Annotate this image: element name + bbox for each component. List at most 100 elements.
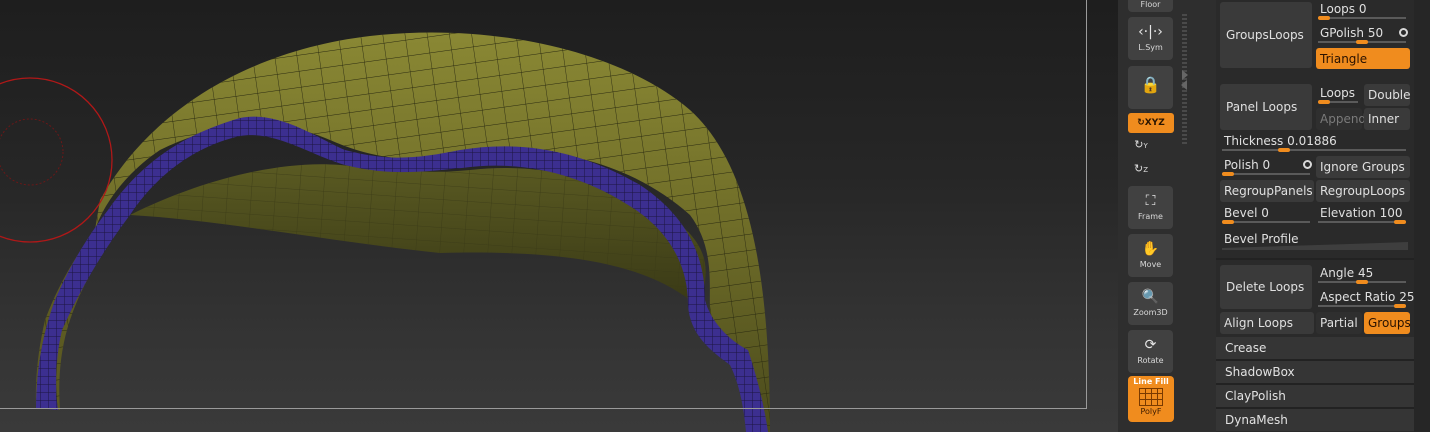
bevel-slider-label: Bevel: [1224, 206, 1258, 220]
grid-icon: [1139, 388, 1163, 406]
bevel-slider-knob[interactable]: [1222, 220, 1234, 224]
z-label: Z: [1143, 166, 1148, 174]
bevel-slider-value: 0: [1261, 206, 1269, 220]
loops-slider-value: 0: [1358, 2, 1367, 16]
frame-label: Frame: [1138, 212, 1163, 221]
floor-button[interactable]: Floor: [1128, 0, 1173, 12]
loops-slider[interactable]: Loops 0: [1316, 0, 1410, 22]
z-rotate-icon: ↻: [1133, 162, 1144, 175]
ignore-groups-label: Ignore Groups: [1320, 160, 1405, 174]
regroup-loops-button[interactable]: RegroupLoops: [1316, 180, 1410, 202]
move-button[interactable]: ✋ Move: [1128, 234, 1173, 277]
polyf-label: PolyF: [1140, 407, 1162, 416]
groups-button[interactable]: Groups: [1364, 312, 1411, 334]
polyframe-button[interactable]: Line Fill PolyF: [1128, 376, 1174, 422]
loops-toggle-knob[interactable]: [1318, 100, 1330, 104]
partial-button[interactable]: Partial: [1316, 312, 1362, 334]
expand-left-icon[interactable]: [1181, 80, 1187, 90]
elevation-slider[interactable]: Elevation 100: [1316, 204, 1410, 226]
dynamesh-subpalette[interactable]: DynaMesh: [1216, 409, 1414, 431]
angle-slider[interactable]: Angle 45: [1316, 264, 1410, 286]
viewport-canvas[interactable]: [0, 0, 1118, 432]
lsym-icon: ‹·|·›: [1138, 24, 1163, 40]
frame-icon: ⛶: [1145, 193, 1156, 209]
rotate-icon: ⟳: [1144, 337, 1157, 353]
shadowbox-label: ShadowBox: [1225, 365, 1295, 379]
bevel-profile-curve[interactable]: Bevel Profile: [1220, 230, 1410, 252]
crease-label: Crease: [1225, 341, 1267, 355]
angle-slider-knob[interactable]: [1356, 280, 1368, 284]
thickness-slider[interactable]: Thickness 0.01886: [1220, 132, 1410, 154]
linefill-label: Line Fill: [1133, 377, 1169, 386]
gpolish-slider-label: GPolish: [1320, 26, 1364, 40]
ignore-groups-button[interactable]: Ignore Groups: [1316, 156, 1410, 178]
regroup-panels-button[interactable]: RegroupPanels: [1220, 180, 1314, 202]
rotate-button[interactable]: ⟳ Rotate: [1128, 330, 1173, 373]
thickness-slider-knob[interactable]: [1278, 148, 1290, 152]
loops-slider-knob[interactable]: [1318, 16, 1330, 20]
double-label: Double: [1368, 88, 1411, 102]
dynamesh-label: DynaMesh: [1225, 413, 1288, 427]
crease-subpalette[interactable]: Crease: [1216, 337, 1414, 359]
palette-scrollbar[interactable]: [1414, 0, 1430, 432]
z-axis-button[interactable]: ↻Z: [1131, 162, 1151, 175]
polish-slider-knob[interactable]: [1222, 172, 1234, 176]
append-button[interactable]: Append: [1316, 108, 1366, 130]
thickness-slider-track: [1222, 149, 1406, 151]
panel-loops-label: Panel Loops: [1226, 100, 1298, 114]
expand-right-icon[interactable]: [1182, 70, 1188, 80]
bevel-slider[interactable]: Bevel 0: [1220, 204, 1314, 226]
elevation-slider-value: 100: [1379, 206, 1403, 220]
loops-slider-track: [1318, 17, 1406, 19]
claypolish-label: ClayPolish: [1225, 389, 1286, 403]
gpolish-slider-value: 50: [1367, 26, 1384, 40]
inner-button[interactable]: Inner: [1364, 108, 1410, 130]
elevation-slider-label: Elevation: [1320, 206, 1376, 220]
xyz-label: XYZ: [1144, 118, 1165, 128]
floor-label: Floor: [1140, 0, 1161, 9]
xyz-rotate-icon: ↻: [1137, 118, 1145, 128]
move-label: Move: [1139, 260, 1162, 269]
bevel-slider-track: [1222, 221, 1310, 223]
loops-slider-label: Loops: [1320, 2, 1356, 16]
frame-button[interactable]: ⛶ Frame: [1128, 186, 1173, 229]
regroup-panels-label: RegroupPanels: [1224, 184, 1313, 198]
zoom3d-label: Zoom3D: [1133, 308, 1168, 317]
transp-lock-button[interactable]: 🔒: [1128, 66, 1173, 109]
aspect-ratio-slider-knob[interactable]: [1394, 304, 1406, 308]
triangle-label: Triangle: [1320, 51, 1368, 66]
gpolish-circle-icon[interactable]: [1399, 28, 1408, 37]
gpolish-slider-knob[interactable]: [1356, 40, 1368, 44]
shadowbox-subpalette[interactable]: ShadowBox: [1216, 361, 1414, 383]
triangle-button[interactable]: Triangle: [1316, 48, 1410, 69]
magnifier-icon: 🔍: [1141, 289, 1160, 305]
bevel-profile-graph: [1222, 242, 1408, 250]
polish-slider-track: [1222, 173, 1310, 175]
claypolish-subpalette[interactable]: ClayPolish: [1216, 385, 1414, 407]
elevation-slider-knob[interactable]: [1394, 220, 1406, 224]
double-button[interactable]: Double: [1364, 84, 1411, 106]
groups-loops-button[interactable]: GroupsLoops: [1220, 2, 1312, 68]
lsym-button[interactable]: ‹·|·› L.Sym: [1128, 17, 1173, 60]
align-loops-button[interactable]: Align Loops: [1220, 312, 1314, 334]
aspect-ratio-slider[interactable]: Aspect Ratio 25: [1316, 288, 1415, 310]
panel-separator: [1216, 258, 1414, 260]
partial-label: Partial: [1320, 316, 1358, 330]
gpolish-slider[interactable]: GPolish 50: [1316, 24, 1410, 46]
polish-slider-label: Polish: [1224, 158, 1259, 172]
delete-loops-button[interactable]: Delete Loops: [1220, 265, 1312, 309]
hand-icon: ✋: [1141, 241, 1160, 257]
angle-slider-label: Angle: [1320, 266, 1355, 280]
y-axis-button[interactable]: ↻Y: [1131, 138, 1151, 151]
aspect-ratio-slider-label: Aspect Ratio: [1320, 290, 1396, 304]
xyz-symmetry-button[interactable]: ↻XYZ: [1128, 113, 1174, 133]
zoom3d-button[interactable]: 🔍 Zoom3D: [1128, 282, 1173, 325]
panel-loops-button[interactable]: Panel Loops: [1220, 84, 1312, 130]
aspect-ratio-slider-value: 25: [1399, 290, 1415, 304]
polish-slider[interactable]: Polish 0: [1220, 156, 1314, 178]
loops-toggle[interactable]: Loops: [1316, 84, 1362, 106]
regroup-loops-label: RegroupLoops: [1320, 184, 1406, 198]
polish-circle-icon[interactable]: [1303, 160, 1312, 169]
elevation-slider-track: [1318, 221, 1406, 223]
lsym-label: L.Sym: [1138, 43, 1163, 52]
